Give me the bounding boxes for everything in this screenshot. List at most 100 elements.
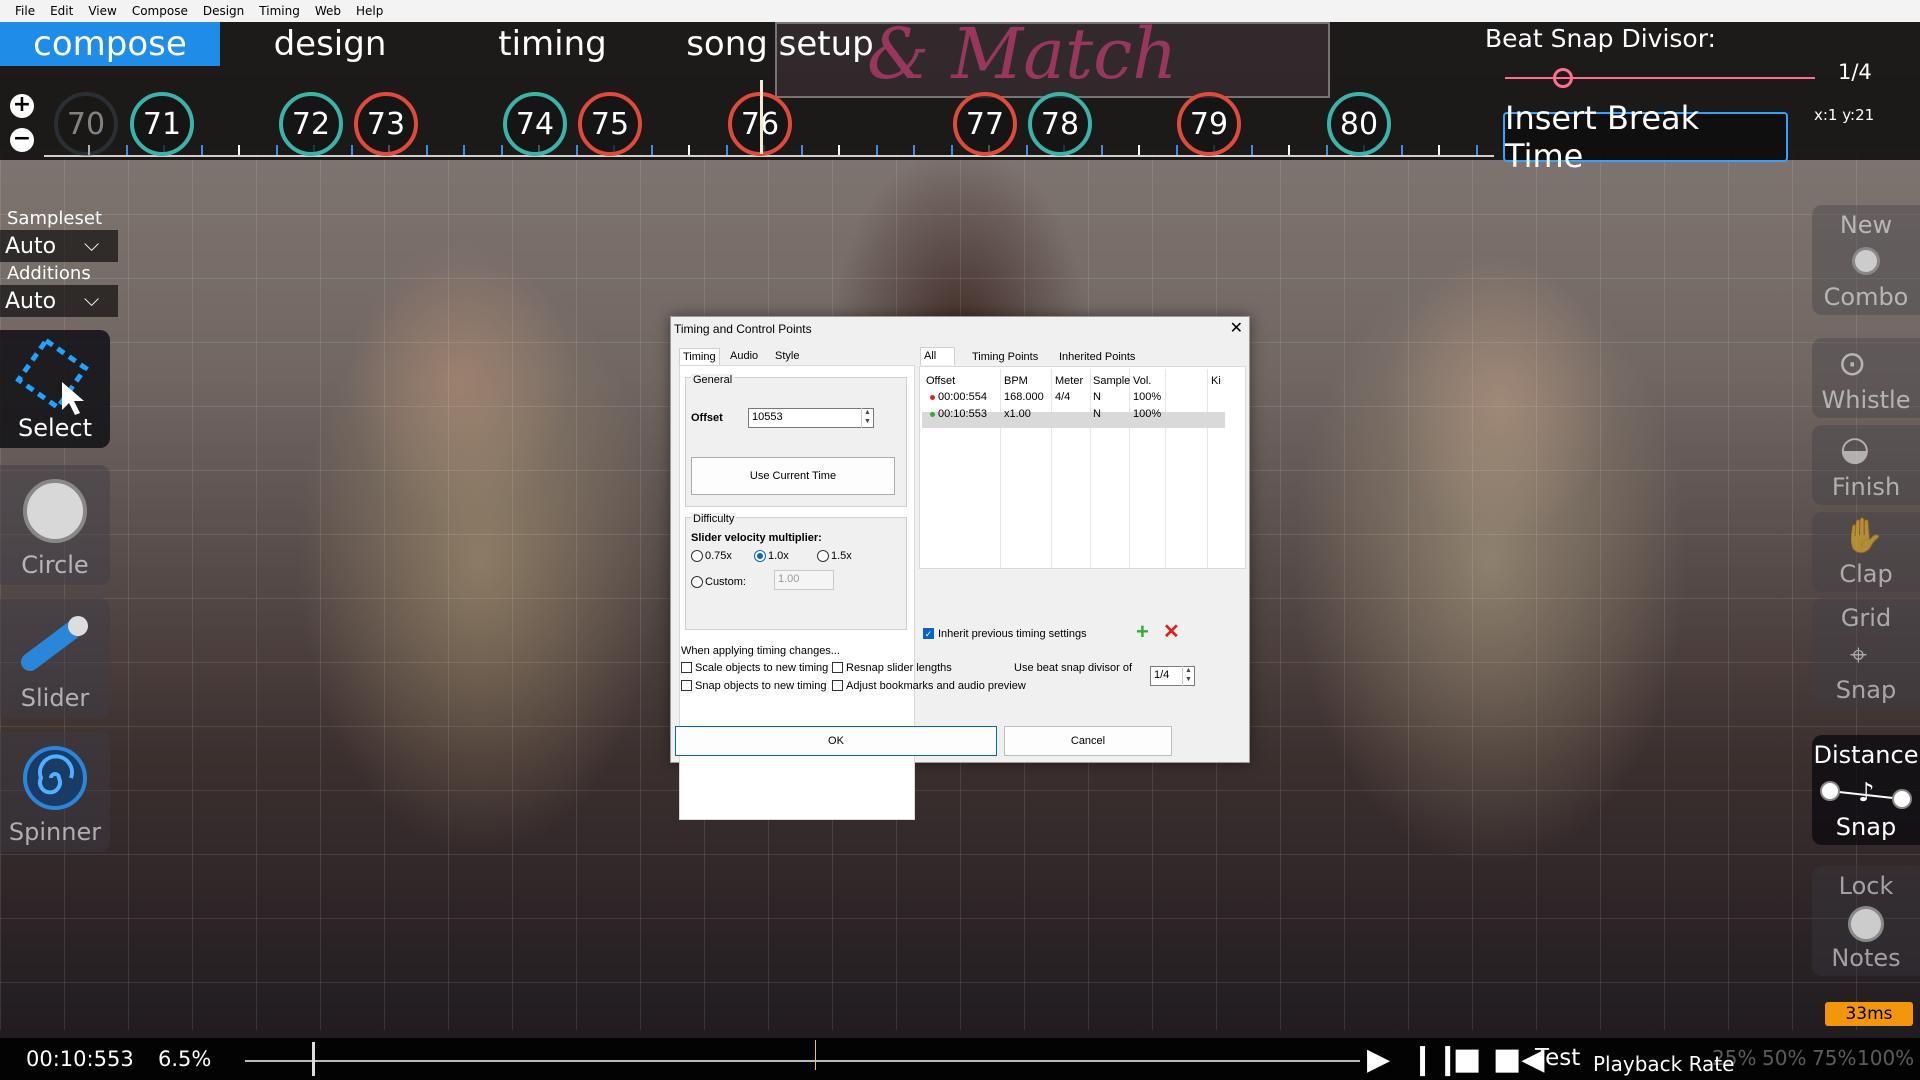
timeline-tick — [276, 145, 278, 155]
tab-timing-settings[interactable]: Timing — [679, 348, 720, 366]
hitcircle-77[interactable]: 77 — [953, 92, 1017, 156]
menu-timing[interactable]: Timing — [254, 4, 310, 18]
lock-notes-label-top: Lock — [1838, 872, 1894, 900]
rate-25[interactable]: 25% — [1712, 1046, 1756, 1070]
remove-point-icon[interactable]: ✕ — [1163, 619, 1180, 644]
tab-style[interactable]: Style — [772, 348, 802, 366]
new-combo-toggle[interactable]: New Combo — [1812, 205, 1920, 315]
hitcircle-70[interactable]: 70 — [54, 92, 118, 156]
difficulty-group-title: Difficulty — [691, 513, 737, 525]
inherit-settings-label: Inherit previous timing settings — [938, 628, 1087, 640]
menu-help[interactable]: Help — [351, 4, 393, 18]
applying-changes-label: When applying timing changes... — [681, 645, 840, 657]
column-header[interactable]: Ki — [1211, 375, 1221, 387]
sv-radio-custom[interactable] — [691, 576, 703, 588]
timing-points-table[interactable]: Offset BPM Meter Sample Vol. Ki 00:00:55… — [919, 366, 1246, 569]
cancel-button[interactable]: Cancel — [1004, 726, 1172, 756]
timeline-track[interactable] — [44, 155, 1494, 157]
timeline-playhead[interactable] — [760, 80, 763, 154]
offset-input[interactable]: 10553 — [748, 408, 874, 428]
play-icon[interactable]: ▶ — [1367, 1042, 1390, 1077]
hitcircle-80[interactable]: 80 — [1327, 92, 1391, 156]
menu-edit[interactable]: Edit — [45, 4, 83, 18]
hitcircle-71[interactable]: 71 — [130, 92, 194, 156]
tool-slider-label: Slider — [20, 684, 90, 712]
insert-break-time-button[interactable]: Insert Break Time — [1503, 99, 1788, 175]
song-progress-bar[interactable] — [245, 1060, 1360, 1062]
zoom-in-icon[interactable]: + — [10, 94, 34, 118]
ok-button[interactable]: OK — [675, 726, 997, 756]
column-header[interactable]: BPM — [1004, 375, 1028, 387]
use-current-time-button[interactable]: Use Current Time — [691, 457, 895, 495]
list-tab-all[interactable]: All — [920, 347, 955, 365]
scale-objects-checkbox[interactable] — [681, 662, 692, 673]
hitcircle-78[interactable]: 78 — [1028, 92, 1092, 156]
column-header[interactable]: Vol. — [1133, 375, 1151, 387]
tab-timing[interactable]: timing — [440, 22, 665, 66]
beat-snap-divisor-spinner[interactable]: ▲ ▼ — [1182, 666, 1194, 686]
zoom-out-icon[interactable]: − — [10, 128, 34, 152]
sv-custom-input[interactable]: 1.00 — [774, 570, 834, 590]
sv-radio-150[interactable] — [817, 550, 829, 562]
hitcircle-74[interactable]: 74 — [503, 92, 567, 156]
row-sample: N — [1093, 408, 1101, 420]
close-icon[interactable]: ✕ — [1230, 318, 1243, 338]
snap-objects-label: Snap objects to new timing — [695, 680, 827, 692]
timeline-tick — [1401, 145, 1403, 155]
whistle-toggle[interactable]: ⊙ Whistle — [1812, 338, 1920, 418]
column-header[interactable]: Sample — [1093, 375, 1130, 387]
menu-compose[interactable]: Compose — [127, 4, 198, 18]
list-tab-timing-points[interactable]: Timing Points — [969, 349, 1041, 367]
distance-snap-label-bottom: Snap — [1835, 813, 1897, 841]
menu-view[interactable]: View — [83, 4, 126, 18]
progress-percent: 6.5% — [158, 1047, 212, 1071]
list-tab-inherited-points[interactable]: Inherited Points — [1056, 349, 1138, 367]
adjust-bookmarks-checkbox[interactable] — [832, 680, 843, 691]
lock-notes-toggle[interactable]: Lock Notes — [1812, 866, 1920, 976]
column-header[interactable]: Meter — [1055, 375, 1083, 387]
offset-spinner[interactable]: ▲ ▼ — [861, 408, 873, 428]
hitcircle-73[interactable]: 73 — [354, 92, 418, 156]
add-point-icon[interactable]: + — [1136, 619, 1149, 645]
timeline-tick — [501, 145, 503, 155]
sv-radio-100[interactable] — [754, 550, 766, 562]
menu-design[interactable]: Design — [198, 4, 254, 18]
distance-snap-toggle[interactable]: Distance ♪ Snap — [1812, 735, 1920, 845]
song-progress-thumb[interactable] — [312, 1042, 315, 1076]
rate-75[interactable]: 75% — [1812, 1046, 1856, 1070]
tab-design[interactable]: design — [220, 22, 440, 66]
test-button[interactable]: Test — [1535, 1045, 1580, 1071]
tool-circle-button[interactable]: Circle — [0, 465, 110, 585]
hitcircle-72[interactable]: 72 — [279, 92, 343, 156]
tab-compose[interactable]: compose — [0, 22, 220, 66]
sv-radio-075[interactable] — [691, 550, 703, 562]
tool-spinner-button[interactable]: Spinner — [0, 732, 110, 852]
resnap-sliders-checkbox[interactable] — [832, 662, 843, 673]
tool-slider-button[interactable]: Slider — [0, 598, 110, 718]
beat-snap-slider[interactable] — [1505, 77, 1815, 79]
timeline-tick — [651, 145, 653, 155]
grid-snap-toggle[interactable]: Grid ⌖ Snap — [1812, 598, 1920, 708]
timeline-tick — [1288, 145, 1290, 155]
hitcircle-79[interactable]: 79 — [1177, 92, 1241, 156]
clap-toggle[interactable]: ✋ Clap — [1812, 512, 1920, 592]
stop-icon[interactable]: ■ — [1453, 1042, 1481, 1077]
sampleset-dropdown[interactable]: Auto ⌵ — [0, 230, 118, 262]
column-header[interactable]: Offset — [926, 375, 955, 387]
snap-objects-checkbox[interactable] — [681, 680, 692, 691]
tab-song-setup[interactable]: song setup — [665, 22, 895, 66]
timeline-tick — [126, 145, 128, 155]
sampleset-value: Auto — [5, 233, 57, 259]
additions-dropdown[interactable]: Auto ⌵ — [0, 285, 118, 317]
beat-snap-slider-knob[interactable] — [1553, 68, 1573, 88]
rate-50[interactable]: 50% — [1762, 1046, 1806, 1070]
menu-file[interactable]: File — [10, 4, 45, 18]
menu-web[interactable]: Web — [310, 4, 351, 18]
rate-100[interactable]: 100% — [1857, 1046, 1914, 1070]
finish-toggle[interactable]: ◒ Finish — [1812, 425, 1920, 505]
inherit-settings-checkbox[interactable]: ✓ — [923, 628, 934, 639]
scale-objects-label: Scale objects to new timing — [695, 662, 829, 674]
tool-select-button[interactable]: Select — [0, 330, 110, 448]
tab-audio[interactable]: Audio — [727, 348, 761, 366]
hitcircle-75[interactable]: 75 — [578, 92, 642, 156]
